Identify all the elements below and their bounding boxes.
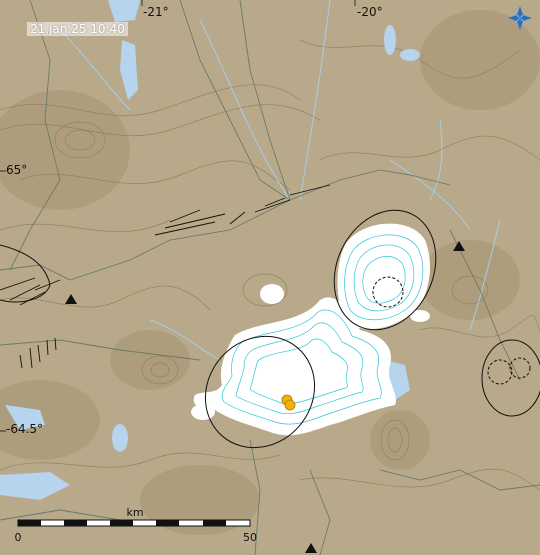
earthquake-dot-icon[interactable] (284, 399, 296, 411)
scale-unit-label: km (126, 506, 143, 519)
longitude-label-east: -20° (357, 5, 383, 19)
latitude-label-north: 65° (6, 163, 28, 177)
timestamp-label: 21.jan.25 10:40 (27, 22, 128, 36)
scale-seg-9 (203, 520, 226, 526)
scale-start-label: 0 (15, 531, 22, 544)
scale-seg-3 (64, 520, 87, 526)
map-canvas[interactable]: 0 km 50 (0, 0, 540, 555)
scale-seg-7 (156, 520, 179, 526)
latitude-label-south: -64.5° (6, 422, 44, 436)
scale-seg-5 (110, 520, 133, 526)
scale-end-label: 50 (243, 531, 257, 544)
map-view[interactable]: 0 km 50 21.jan.25 10:40 -21° -20° 65° -6… (0, 0, 540, 555)
longitude-label-west: -21° (143, 5, 169, 19)
scale-seg-1 (18, 520, 41, 526)
